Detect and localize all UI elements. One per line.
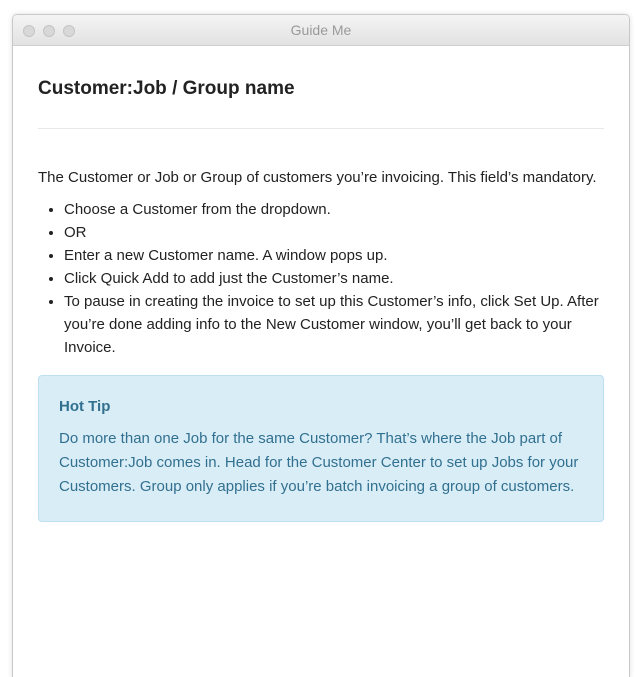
list-item: OR — [64, 221, 604, 244]
list-item: Click Quick Add to add just the Customer… — [64, 267, 604, 290]
list-item: Choose a Customer from the dropdown. — [64, 198, 604, 221]
instruction-list: Choose a Customer from the dropdown. OR … — [38, 198, 604, 359]
list-item: To pause in creating the invoice to set … — [64, 290, 604, 359]
window-titlebar[interactable]: Guide Me — [13, 15, 629, 46]
hot-tip-body: Do more than one Job for the same Custom… — [59, 430, 579, 495]
window-title: Guide Me — [290, 22, 352, 38]
guide-me-window: Guide Me Customer:Job / Group name The C… — [12, 14, 630, 677]
page-title: Customer:Job / Group name — [38, 78, 295, 99]
hot-tip-box: Hot Tip Do more than one Job for the sam… — [38, 375, 604, 522]
field-description: The Customer or Job or Group of customer… — [38, 169, 597, 186]
heading-divider — [38, 128, 604, 129]
list-item: Enter a new Customer name. A window pops… — [64, 244, 604, 267]
guide-content: Customer:Job / Group name The Customer o… — [13, 76, 629, 522]
hot-tip-title: Hot Tip — [59, 398, 111, 415]
